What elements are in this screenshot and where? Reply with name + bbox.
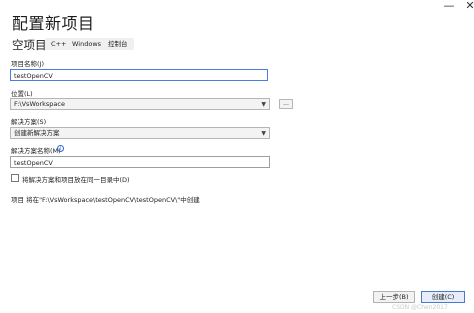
chevron-down-icon: ▼ bbox=[261, 101, 266, 108]
chevron-down-icon: ▼ bbox=[261, 130, 266, 137]
watermark: CSDN @Chen2017 bbox=[392, 304, 448, 311]
location-label: 位置(L) bbox=[11, 90, 33, 98]
same-directory-label: 将解决方案和项目放在同一目录中(D) bbox=[22, 176, 130, 184]
create-button[interactable]: 创建(C) bbox=[421, 291, 465, 303]
solution-label: 解决方案(S) bbox=[11, 118, 47, 126]
close-button[interactable]: ✕ bbox=[458, 0, 474, 14]
solution-value: 创建新解决方案 bbox=[14, 129, 60, 137]
solution-name-label: 解决方案名称(M) bbox=[11, 147, 61, 155]
info-icon[interactable]: i bbox=[57, 145, 64, 152]
location-value: F:\VsWorkspace bbox=[14, 100, 65, 108]
location-select[interactable]: F:\VsWorkspace ▼ bbox=[10, 98, 270, 110]
template-name: 空项目 bbox=[12, 38, 47, 52]
tag-windows: Windows bbox=[66, 38, 108, 50]
project-path-note: 项目 将在"F:\VsWorkspace\testOpenCV\testOpen… bbox=[11, 196, 200, 204]
solution-name-input[interactable]: testOpenCV bbox=[10, 156, 270, 168]
tag-console: 控制台 bbox=[102, 38, 134, 50]
project-name-input[interactable]: testOpenCV bbox=[10, 69, 268, 81]
page-title: 配置新项目 bbox=[12, 14, 95, 33]
back-button[interactable]: 上一步(B) bbox=[373, 291, 415, 303]
browse-button[interactable]: ... bbox=[279, 99, 293, 109]
project-name-label: 项目名称(J) bbox=[11, 60, 44, 68]
solution-select[interactable]: 创建新解决方案 ▼ bbox=[10, 127, 270, 139]
same-directory-checkbox[interactable] bbox=[11, 174, 19, 182]
